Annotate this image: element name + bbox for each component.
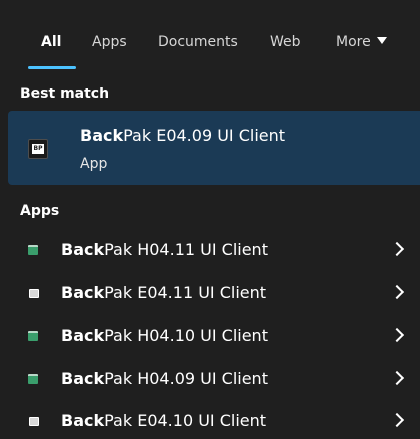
app-label-rest: Pak H04.10 UI Client (104, 326, 268, 345)
active-tab-indicator (28, 66, 76, 69)
tab-documents[interactable]: Documents (158, 34, 238, 50)
best-match-header: Best match (20, 86, 110, 102)
caret-down-icon (376, 37, 387, 44)
best-match-subtitle: App (80, 156, 108, 172)
best-match-title-bold: Back (80, 126, 124, 145)
tab-more[interactable]: More (336, 34, 387, 50)
app-label-bold: Back (61, 326, 105, 345)
app-icon-glyph: BP (32, 144, 44, 154)
tab-more-label: More (336, 34, 371, 50)
app-label: BackPak H04.09 UI Client (61, 369, 268, 389)
app-label-rest: Pak E04.10 UI Client (104, 411, 267, 430)
chevron-right-icon[interactable] (389, 370, 405, 386)
tab-apps[interactable]: Apps (92, 34, 127, 50)
app-label-bold: Back (61, 283, 105, 302)
mono-app-icon (29, 417, 39, 426)
app-label-bold: Back (61, 369, 105, 388)
list-item[interactable]: BackPak H04.10 UI Client (8, 318, 420, 354)
app-label-bold: Back (61, 411, 105, 430)
app-label: BackPak H04.10 UI Client (61, 326, 268, 346)
app-label-rest: Pak H04.11 UI Client (104, 240, 268, 259)
chevron-right-icon[interactable] (389, 241, 405, 257)
best-match-title: BackPak E04.09 UI Client (80, 126, 285, 146)
app-label: BackPak E04.11 UI Client (61, 283, 266, 303)
green-app-icon (28, 331, 38, 341)
app-label: BackPak H04.11 UI Client (61, 240, 268, 260)
search-tabs: All Apps Documents Web More (0, 0, 420, 70)
chevron-right-icon[interactable] (389, 284, 405, 300)
best-match-title-rest: Pak E04.09 UI Client (123, 126, 286, 145)
apps-header: Apps (20, 203, 60, 219)
list-item[interactable]: BackPak H04.09 UI Client (8, 361, 420, 397)
green-app-icon (28, 245, 38, 255)
list-item[interactable]: BackPak E04.11 UI Client (8, 275, 420, 311)
chevron-right-icon[interactable] (389, 412, 405, 428)
list-item[interactable]: BackPak H04.11 UI Client (8, 232, 420, 268)
app-label-bold: Back (61, 240, 105, 259)
tab-all[interactable]: All (41, 34, 61, 50)
app-label-rest: Pak H04.09 UI Client (104, 369, 268, 388)
app-window-icon: BP (28, 139, 48, 159)
list-item[interactable]: BackPak E04.10 UI Client (8, 403, 420, 439)
best-match-item[interactable]: BP BackPak E04.09 UI Client App (8, 111, 420, 185)
mono-app-icon (29, 289, 39, 298)
app-label: BackPak E04.10 UI Client (61, 411, 266, 431)
green-app-icon (28, 374, 38, 384)
chevron-right-icon[interactable] (389, 327, 405, 343)
tab-web[interactable]: Web (270, 34, 301, 50)
app-label-rest: Pak E04.11 UI Client (104, 283, 267, 302)
